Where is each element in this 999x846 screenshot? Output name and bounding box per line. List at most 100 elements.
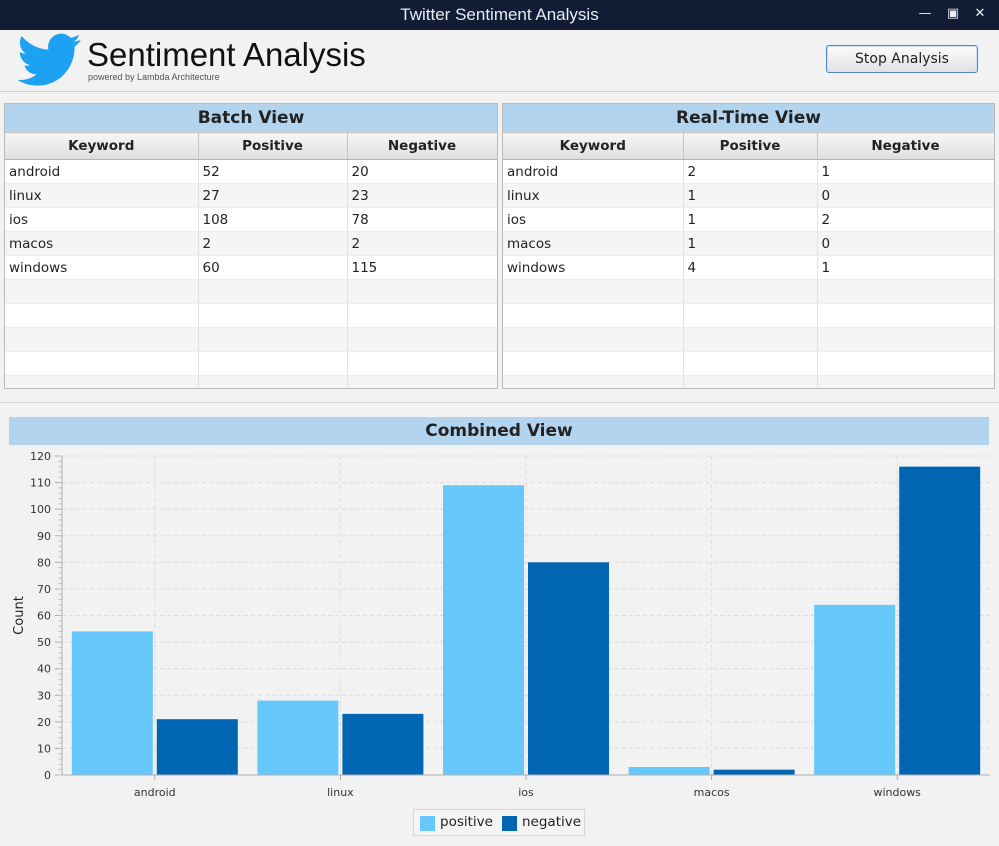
- y-tick-label: 120: [30, 450, 51, 463]
- y-tick-label: 80: [37, 556, 51, 569]
- legend-label-positive: positive: [440, 814, 493, 830]
- realtime-view-title: Real-Time View: [503, 104, 994, 132]
- legend-swatch-negative: [502, 816, 517, 831]
- bar-negative-windows: [899, 466, 981, 775]
- table-row[interactable]: android 52 20: [5, 159, 497, 184]
- table-row[interactable]: windows 4 1: [503, 255, 994, 280]
- table-cell: 23: [347, 183, 497, 208]
- app-title: Sentiment Analysis: [87, 36, 366, 73]
- twitter-bird-icon: [18, 33, 81, 86]
- x-tick-label: android: [134, 786, 176, 799]
- bar-negative-linux: [342, 713, 424, 775]
- table-cell: 2: [347, 231, 497, 256]
- table-row[interactable]: linux 27 23: [5, 183, 497, 208]
- table-cell: 2: [817, 207, 994, 232]
- x-tick-label: macos: [694, 786, 730, 799]
- stop-analysis-button[interactable]: Stop Analysis: [826, 45, 978, 73]
- y-tick-label: 0: [44, 769, 51, 782]
- column-header-negative[interactable]: Negative: [817, 132, 994, 160]
- empty-row: [503, 279, 994, 304]
- y-tick-label: 70: [37, 583, 51, 596]
- table-cell: 20: [347, 159, 497, 184]
- table-row[interactable]: macos 1 0: [503, 231, 994, 256]
- maximize-icon[interactable]: ▣: [945, 6, 961, 22]
- realtime-view-table[interactable]: Keyword Positive Negative android 2 1 linu…: [503, 132, 994, 388]
- column-header-keyword[interactable]: Keyword: [5, 132, 199, 160]
- column-header-keyword[interactable]: Keyword: [503, 132, 684, 160]
- x-tick-label: linux: [327, 786, 354, 799]
- empty-row: [503, 303, 994, 328]
- table-cell: 1: [817, 255, 994, 280]
- legend-label-negative: negative: [522, 814, 582, 830]
- table-cell: 0: [817, 183, 994, 208]
- y-tick-label: 90: [37, 530, 51, 543]
- table-cell: 2: [683, 159, 818, 184]
- empty-row: [503, 327, 994, 352]
- table-cell: 2: [198, 231, 348, 256]
- x-tick-label: windows: [873, 786, 921, 799]
- y-axis-label: Count: [12, 596, 27, 635]
- table-row[interactable]: ios 108 78: [5, 207, 497, 232]
- table-cell: linux: [5, 183, 199, 208]
- table-cell: 115: [347, 255, 497, 280]
- table-cell: 4: [683, 255, 818, 280]
- table-cell: 108: [198, 207, 348, 232]
- app-subtitle: powered by Lambda Architecture: [88, 72, 220, 82]
- y-tick-label: 110: [30, 477, 51, 490]
- column-header-positive[interactable]: Positive: [198, 132, 348, 160]
- y-tick-label: 50: [37, 636, 51, 649]
- bar-positive-macos: [628, 767, 710, 775]
- table-cell: macos: [5, 231, 199, 256]
- empty-row: [5, 327, 497, 352]
- bar-positive-android: [71, 631, 153, 775]
- minimize-icon[interactable]: —: [917, 6, 933, 22]
- close-icon[interactable]: ✕: [972, 6, 988, 22]
- table-row[interactable]: android 2 1: [503, 159, 994, 184]
- table-cell: 0: [817, 231, 994, 256]
- column-header-negative[interactable]: Negative: [347, 132, 497, 160]
- y-tick-label: 20: [37, 716, 51, 729]
- x-tick-label: ios: [518, 786, 534, 799]
- batch-view-table[interactable]: Keyword Positive Negative android 52 20 li…: [5, 132, 497, 388]
- batch-view-panel: Batch View Keyword Positive Negative and…: [4, 103, 498, 389]
- table-row[interactable]: linux 1 0: [503, 183, 994, 208]
- empty-row: [5, 279, 497, 304]
- table-cell: 1: [683, 207, 818, 232]
- table-cell: 1: [683, 231, 818, 256]
- empty-row: [5, 351, 497, 376]
- batch-view-title: Batch View: [5, 104, 497, 132]
- table-row[interactable]: macos 2 2: [5, 231, 497, 256]
- y-tick-label: 100: [30, 503, 51, 516]
- bar-negative-ios: [528, 562, 609, 775]
- y-tick-label: 10: [37, 742, 51, 755]
- table-cell: 1: [683, 183, 818, 208]
- section-divider: [0, 402, 999, 403]
- y-tick-label: 40: [37, 663, 51, 676]
- combined-view-title: Combined View: [9, 417, 989, 445]
- bar-positive-ios: [443, 485, 524, 775]
- bar-positive-windows: [814, 604, 896, 775]
- table-row[interactable]: windows 60 115: [5, 255, 497, 280]
- table-cell: ios: [503, 207, 684, 232]
- realtime-view-panel: Real-Time View Keyword Positive Negative…: [502, 103, 995, 389]
- empty-row: [5, 375, 497, 388]
- column-header-positive[interactable]: Positive: [683, 132, 818, 160]
- window-title: Twitter Sentiment Analysis: [400, 5, 599, 24]
- y-tick-label: 60: [37, 610, 51, 623]
- table-cell: linux: [503, 183, 684, 208]
- bar-negative-android: [156, 719, 238, 775]
- table-cell: 60: [198, 255, 348, 280]
- empty-row: [5, 303, 497, 328]
- table-cell: windows: [5, 255, 199, 280]
- table-cell: android: [5, 159, 199, 184]
- bar-negative-macos: [713, 769, 795, 775]
- table-row[interactable]: ios 1 2: [503, 207, 994, 232]
- window-titlebar: Twitter Sentiment Analysis — ▣ ✕: [0, 0, 999, 30]
- table-cell: 52: [198, 159, 348, 184]
- combined-bar-chart: 0 10 20 30 40 50 60 70 80 90 100 110 120 android linux…: [12, 450, 990, 799]
- chart-legend: positive negative: [413, 809, 585, 836]
- table-cell: 1: [817, 159, 994, 184]
- table-cell: android: [503, 159, 684, 184]
- legend-swatch-positive: [420, 816, 435, 831]
- table-cell: 27: [198, 183, 348, 208]
